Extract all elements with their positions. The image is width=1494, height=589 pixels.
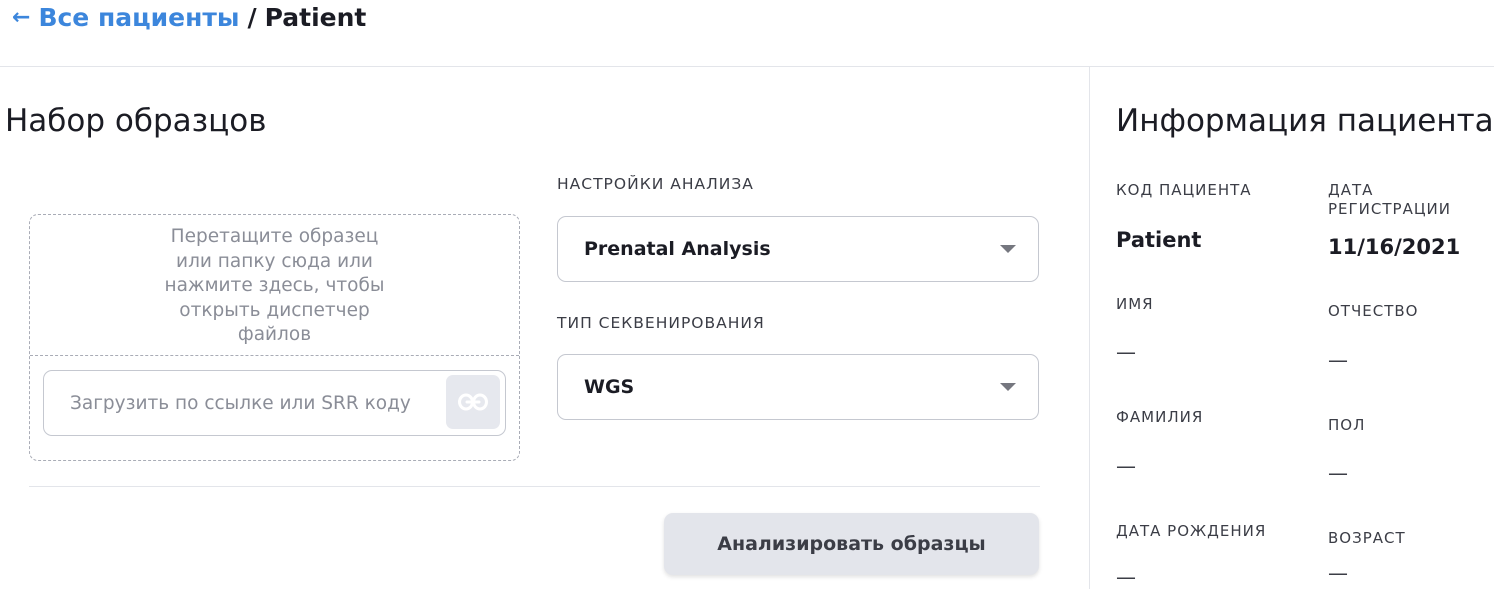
file-dropzone[interactable]: Перетащите образец или папку сюда или на…: [29, 214, 520, 461]
age-label: ВОЗРАСТ: [1328, 529, 1406, 547]
form-divider: [29, 486, 1040, 487]
middle-name-label: ОТЧЕСТВО: [1328, 302, 1419, 320]
panel-divider: [1089, 67, 1090, 589]
page: ← Все пациенты / Patient Набор образцов …: [0, 0, 1494, 589]
chevron-down-icon: [1000, 383, 1016, 391]
breadcrumb-current: Patient: [264, 2, 367, 32]
analysis-settings-label: НАСТРОЙКИ АНАЛИЗА: [557, 175, 754, 193]
chevron-down-icon: [1000, 245, 1016, 253]
age-value: —: [1328, 561, 1348, 585]
birth-date-label: ДАТА РОЖДЕНИЯ: [1116, 522, 1267, 540]
link-icon: [458, 393, 488, 411]
link-upload-button[interactable]: [446, 375, 500, 429]
arrow-left-icon: ←: [12, 4, 31, 30]
sequencing-type-label: ТИП СЕКВЕНИРОВАНИЯ: [557, 314, 765, 332]
registration-date-label: ДАТА РЕГИСТРАЦИИ: [1328, 181, 1451, 218]
dropzone-text[interactable]: Перетащите образец или папку сюда или на…: [30, 225, 519, 355]
sequencing-type-value: WGS: [584, 376, 635, 398]
last-name-value: —: [1116, 454, 1136, 478]
middle-name-value: —: [1328, 348, 1348, 372]
breadcrumb: ← Все пациенты / Patient: [12, 0, 366, 34]
back-link-label: Все пациенты: [38, 2, 240, 32]
sample-set-title: Набор образцов: [5, 103, 267, 139]
sex-label: ПОЛ: [1328, 416, 1366, 434]
url-upload-field: [43, 370, 506, 436]
back-to-all-patients-link[interactable]: ← Все пациенты: [12, 3, 240, 32]
sex-value: —: [1328, 461, 1348, 485]
patient-code-label: КОД ПАЦИЕНТА: [1116, 181, 1252, 199]
url-input[interactable]: [44, 371, 444, 435]
header-divider: [0, 66, 1494, 67]
birth-date-value: —: [1116, 565, 1136, 589]
analysis-settings-value: Prenatal Analysis: [584, 238, 771, 260]
breadcrumb-separator: /: [247, 2, 257, 32]
dropzone-divider: [30, 355, 519, 356]
first-name-label: ИМЯ: [1116, 295, 1154, 313]
analysis-settings-select[interactable]: Prenatal Analysis: [557, 216, 1039, 282]
first-name-value: —: [1116, 340, 1136, 364]
patient-info-title: Информация пациента: [1116, 103, 1494, 139]
sequencing-type-select[interactable]: WGS: [557, 354, 1039, 420]
last-name-label: ФАМИЛИЯ: [1116, 408, 1204, 426]
registration-date-value: 11/16/2021: [1328, 235, 1461, 259]
patient-code-value: Patient: [1116, 228, 1202, 252]
analyze-samples-button[interactable]: Анализировать образцы: [664, 513, 1039, 575]
